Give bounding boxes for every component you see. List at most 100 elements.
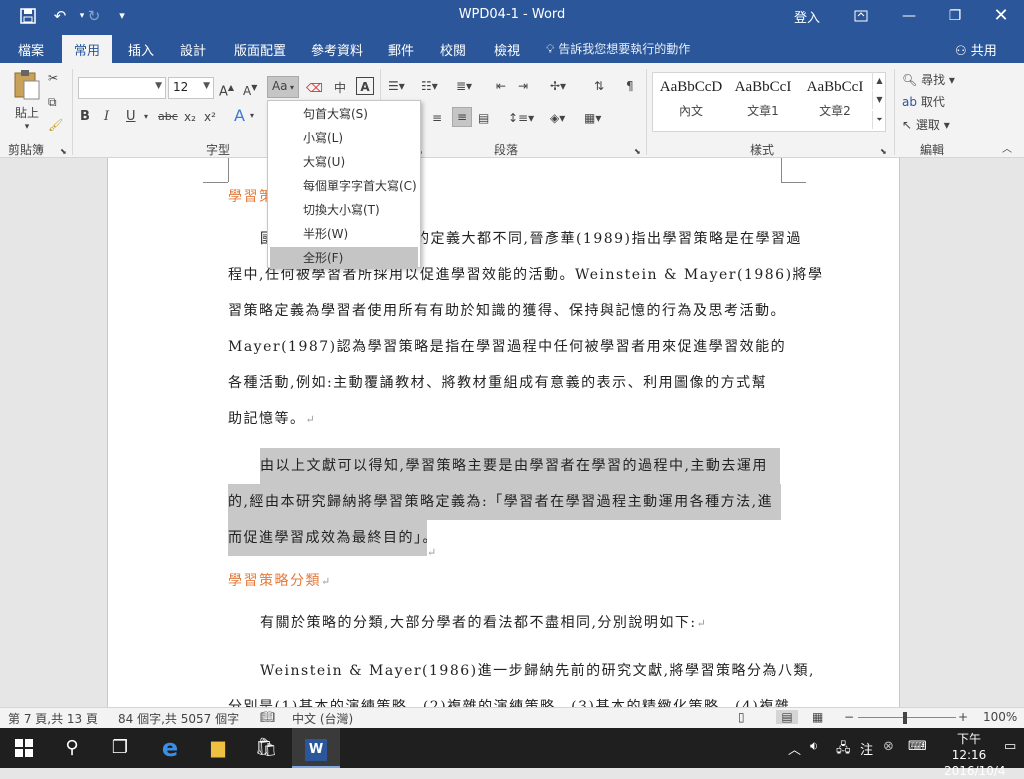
italic-button[interactable]: I [104, 108, 109, 126]
text-effects-dropdown-icon[interactable]: ▾ [250, 107, 254, 125]
file-explorer-icon[interactable]: ▆ [194, 728, 242, 768]
page[interactable]: 學習策略 國內外學者對學習策略的定義大都不同,晉彥華(1989)指出學習策略是在… [107, 158, 900, 707]
clear-formatting-icon[interactable]: ⌫ [306, 79, 323, 97]
tab-home[interactable]: 常用 [62, 35, 113, 63]
font-size-combo[interactable]: 12 ▼ [168, 77, 214, 99]
justify-icon[interactable]: ≡ [452, 107, 472, 127]
tab-mailings[interactable]: 郵件 [388, 40, 414, 59]
underline-button[interactable]: U [126, 108, 136, 126]
save-icon[interactable] [14, 0, 42, 32]
network-icon[interactable]: 🖧 [836, 739, 851, 761]
style-article2[interactable]: AaBbCcI 文章2 [799, 79, 871, 119]
underline-dropdown-icon[interactable]: ▾ [144, 108, 148, 126]
minimize-icon[interactable]: — [886, 0, 932, 32]
cut-icon[interactable]: ✂ [48, 69, 58, 87]
redo-icon[interactable]: ↻ [80, 0, 108, 32]
bold-button[interactable]: B [80, 108, 90, 126]
show-marks-icon[interactable]: ¶ [626, 77, 634, 95]
tab-design[interactable]: 設計 [180, 40, 206, 59]
tab-layout[interactable]: 版面配置 [234, 40, 286, 59]
document-area[interactable]: 學習策略 國內外學者對學習策略的定義大都不同,晉彥華(1989)指出學習策略是在… [0, 158, 1024, 707]
select-button[interactable]: ↖ 選取 ▾ [902, 116, 950, 134]
replace-button[interactable]: ab 取代 [902, 93, 945, 111]
zoom-slider-track[interactable] [858, 717, 956, 718]
zoom-in-icon[interactable]: + [958, 710, 968, 724]
find-button[interactable]: 🔍︎ 尋找 ▾ [902, 71, 955, 89]
volume-icon[interactable]: 🔉︎ [810, 739, 818, 754]
strikethrough-button[interactable]: abc [158, 108, 178, 126]
ime-indicator[interactable]: 注 [860, 739, 873, 758]
collapse-ribbon-icon[interactable]: ︿ [1002, 141, 1012, 159]
action-center-icon[interactable]: ▭ [1004, 739, 1016, 754]
decrease-indent-icon[interactable]: ⇤ [496, 77, 506, 95]
multilevel-list-icon[interactable]: ≣▾ [456, 77, 472, 95]
shading-icon[interactable]: ◈▾ [550, 109, 565, 127]
borders-icon[interactable]: ▦▾ [584, 109, 601, 127]
styles-scroll-down-icon[interactable]: ▼ [872, 91, 886, 109]
show-hidden-icons-icon[interactable]: ︿ [788, 739, 801, 758]
sort-icon[interactable]: ⇅ [594, 77, 604, 95]
tab-insert[interactable]: 插入 [128, 40, 154, 59]
edge-icon[interactable]: e [146, 728, 194, 768]
customize-qat-icon[interactable]: ▾ [108, 0, 136, 32]
windows-start-icon[interactable] [0, 728, 48, 768]
line-spacing-icon[interactable]: ↕≡▾ [508, 109, 534, 127]
paste-button[interactable]: 貼上 ▾ [8, 69, 46, 132]
superscript-button[interactable]: x² [204, 108, 216, 126]
styles-more-icon[interactable]: ⏷ [872, 111, 886, 129]
zoom-slider-thumb[interactable] [903, 712, 907, 724]
increase-indent-icon[interactable]: ⇥ [518, 77, 528, 95]
close-icon[interactable]: ✕ [978, 0, 1024, 32]
asian-layout-icon[interactable]: ✢▾ [550, 77, 566, 95]
tab-review[interactable]: 校閱 [440, 40, 466, 59]
keyboard-icon[interactable]: ⌨ [908, 739, 927, 754]
zoom-level[interactable]: 100% [983, 710, 1017, 724]
text-effects-icon[interactable]: A [234, 107, 245, 125]
tell-me-box[interactable]: 💡︎ 告訴我您想要執行的動作 [546, 40, 690, 57]
sign-in-link[interactable]: 登入 [794, 7, 820, 26]
ribbon-display-icon[interactable] [838, 0, 884, 32]
read-mode-icon[interactable]: ▯ [738, 710, 745, 724]
web-layout-icon[interactable]: ▦ [812, 710, 823, 724]
share-button[interactable]: ⚇ 共用 [955, 40, 997, 59]
numbering-icon[interactable]: ☷▾ [421, 77, 438, 95]
ime-off-icon[interactable]: ⊗ [883, 739, 894, 754]
bullets-icon[interactable]: ☰▾ [388, 77, 405, 95]
clock[interactable]: 下午 12:16 2016/10/4 [944, 731, 1006, 779]
print-layout-icon[interactable]: ▤ [776, 710, 798, 724]
tab-file[interactable]: 檔案 [18, 40, 44, 59]
page-count[interactable]: 第 7 頁,共 13 頁 [8, 710, 98, 727]
task-view-icon[interactable]: ❐ [96, 728, 144, 768]
word-taskbar-icon[interactable]: W [292, 728, 340, 768]
phonetic-guide-icon[interactable]: 中 [334, 79, 346, 97]
styles-scroll-up-icon[interactable]: ▲ [872, 72, 886, 90]
menu-item-uppercase[interactable]: 大寫(U) [270, 151, 418, 173]
word-count[interactable]: 84 個字,共 5057 個字 [118, 710, 239, 727]
shrink-font-icon[interactable]: A▼ [243, 79, 257, 100]
menu-item-half-width[interactable]: 半形(W) [270, 223, 418, 245]
menu-item-toggle-case[interactable]: 切換大小寫(T) [270, 199, 418, 221]
language-indicator[interactable]: 中文 (台灣) [292, 710, 353, 727]
search-icon[interactable]: ⚲ [48, 728, 96, 768]
tab-references[interactable]: 參考資料 [311, 40, 363, 59]
change-case-button[interactable]: Aa ▾ [267, 76, 299, 98]
style-normal[interactable]: AaBbCcD 內文 [655, 79, 727, 119]
menu-item-lowercase[interactable]: 小寫(L) [270, 127, 418, 149]
menu-item-full-width[interactable]: 全形(F) [270, 247, 418, 269]
zoom-out-icon[interactable]: − [844, 710, 854, 724]
grow-font-icon[interactable]: A▲ [219, 79, 234, 101]
proofing-icon[interactable]: 📖︎ [260, 710, 275, 724]
tab-view[interactable]: 檢視 [494, 40, 520, 59]
copy-icon[interactable]: ⧉ [48, 93, 57, 111]
character-border-icon[interactable]: A [356, 77, 374, 95]
menu-item-sentence-case[interactable]: 句首大寫(S) [270, 103, 418, 125]
align-right-icon[interactable]: ≡ [432, 109, 442, 127]
subscript-button[interactable]: x₂ [184, 108, 196, 126]
restore-icon[interactable]: ❐ [932, 0, 978, 32]
style-article1[interactable]: AaBbCcI 文章1 [727, 79, 799, 119]
store-icon[interactable]: 🛍︎ [242, 728, 290, 768]
paste-dropdown-icon[interactable]: ▾ [8, 122, 46, 132]
distributed-icon[interactable]: ▤ [478, 109, 489, 127]
font-name-combo[interactable]: ▼ [78, 77, 166, 99]
format-painter-icon[interactable]: 🖌︎ [48, 116, 63, 134]
